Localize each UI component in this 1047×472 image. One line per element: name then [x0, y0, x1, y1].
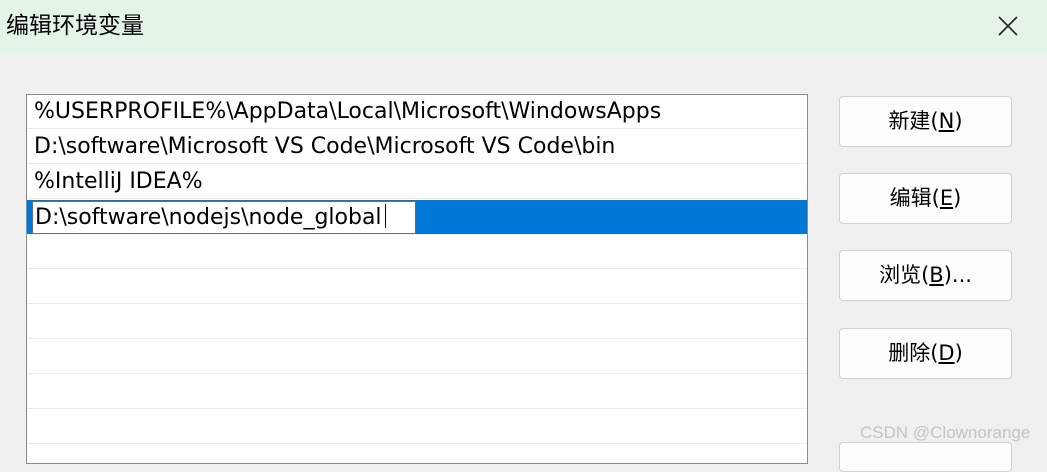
empty-row[interactable]: [27, 375, 807, 409]
close-button[interactable]: [985, 4, 1031, 48]
path-edit-input[interactable]: D:\software\nodejs\node_global: [32, 201, 416, 234]
watermark: CSDN @Clownorange: [860, 423, 1031, 442]
empty-row[interactable]: [27, 305, 807, 339]
new-button[interactable]: 新建(N): [839, 96, 1012, 147]
browse-button[interactable]: 浏览(B)...: [839, 250, 1012, 301]
list-item[interactable]: %USERPROFILE%\AppData\Local\Microsoft\Wi…: [27, 95, 807, 129]
empty-row[interactable]: [27, 410, 807, 444]
list-item-text: D:\software\Microsoft VS Code\Microsoft …: [34, 134, 616, 159]
title-bar: 编辑环境变量: [0, 0, 1047, 54]
list-item-text: %USERPROFILE%\AppData\Local\Microsoft\Wi…: [34, 99, 662, 124]
delete-button[interactable]: 删除(D): [839, 328, 1012, 379]
list-item-text: %IntelliJ IDEA%: [34, 169, 203, 194]
list-item[interactable]: D:\software\Microsoft VS Code\Microsoft …: [27, 130, 807, 164]
partial-button[interactable]: [839, 442, 1012, 472]
edit-button[interactable]: 编辑(E): [839, 173, 1012, 224]
dialog-title: 编辑环境变量: [6, 13, 144, 39]
list-item[interactable]: %IntelliJ IDEA%: [27, 165, 807, 199]
path-list[interactable]: %USERPROFILE%\AppData\Local\Microsoft\Wi…: [26, 94, 808, 464]
empty-row[interactable]: [27, 270, 807, 304]
list-item-selected[interactable]: D:\software\nodejs\node_global: [27, 200, 807, 234]
empty-row[interactable]: [27, 235, 807, 269]
path-edit-value: D:\software\nodejs\node_global: [35, 205, 382, 230]
close-icon: [998, 16, 1018, 36]
empty-row[interactable]: [27, 340, 807, 374]
text-caret: [384, 204, 386, 228]
